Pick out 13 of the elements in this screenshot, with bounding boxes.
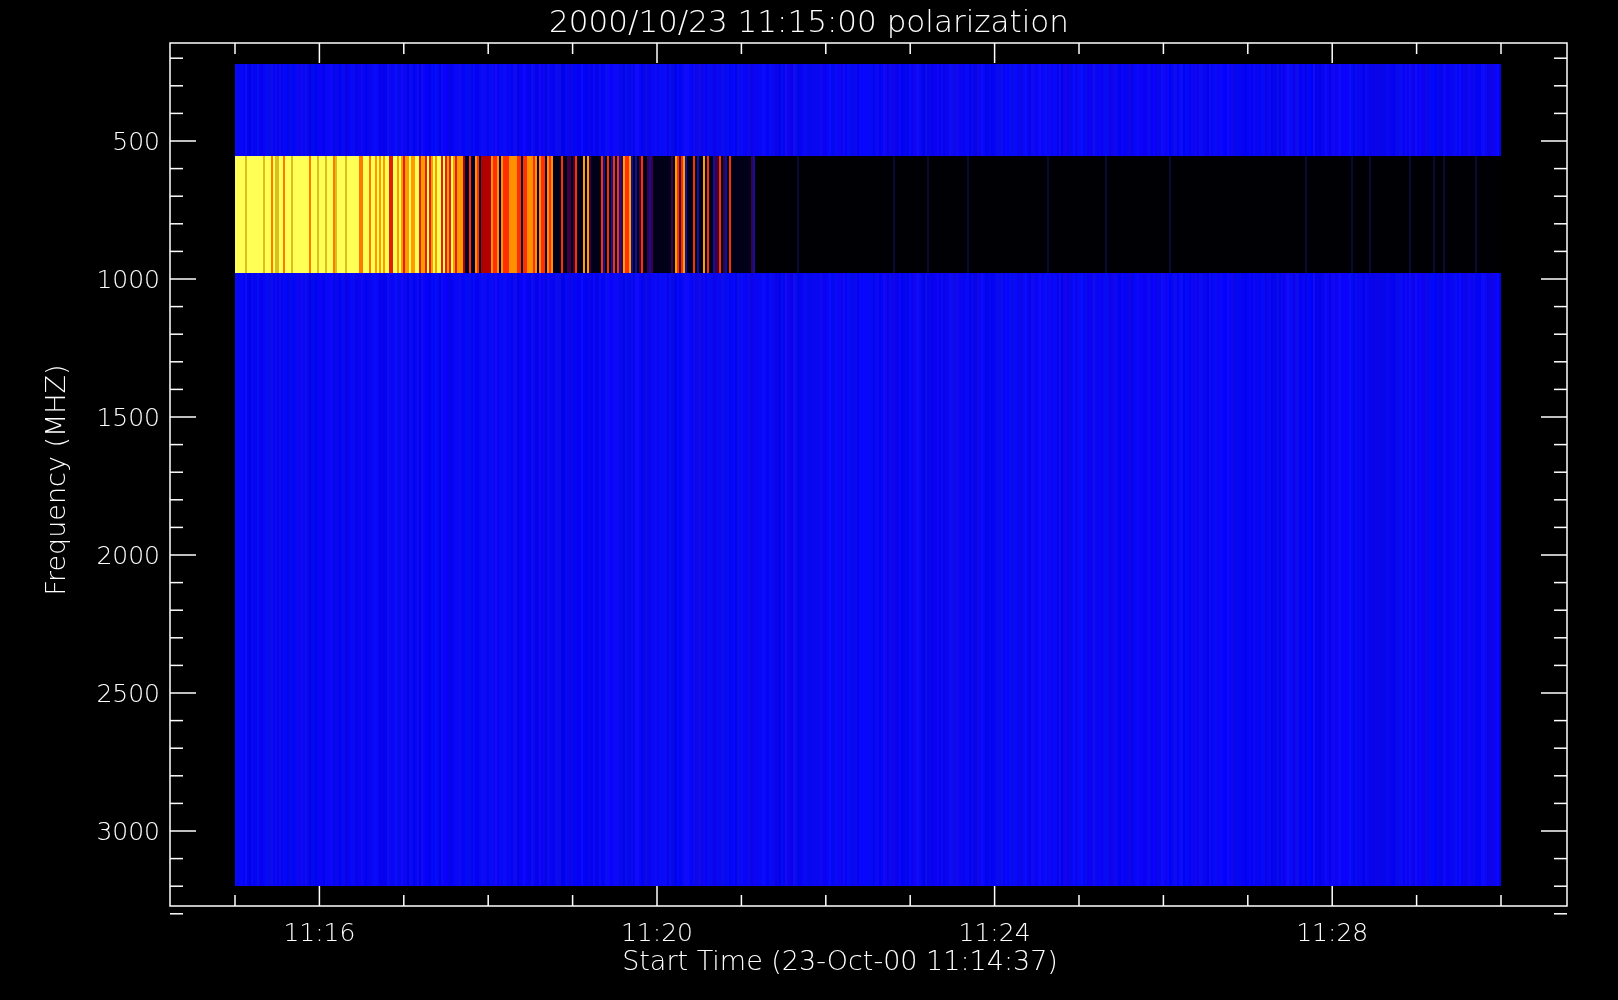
tick-label: 3000: [96, 817, 160, 846]
tick-label: 2000: [96, 541, 160, 570]
axis-label: Start Time (23-Oct-00 11:14:37): [622, 945, 1058, 976]
tick-label: 2500: [96, 679, 160, 708]
tick-label: 11:16: [283, 918, 356, 947]
tick-label: 11:20: [621, 918, 693, 947]
axis-label: Frequency (MHZ): [40, 364, 71, 596]
tick-label: 11:24: [958, 918, 1031, 947]
tick-label: 500: [112, 127, 160, 156]
tick-label: 1000: [96, 265, 160, 294]
tick-label: 11:28: [1296, 918, 1369, 947]
tick-label: 1500: [96, 403, 160, 432]
chart-title: 2000/10/23 11:15:00 polarization: [549, 3, 1069, 39]
